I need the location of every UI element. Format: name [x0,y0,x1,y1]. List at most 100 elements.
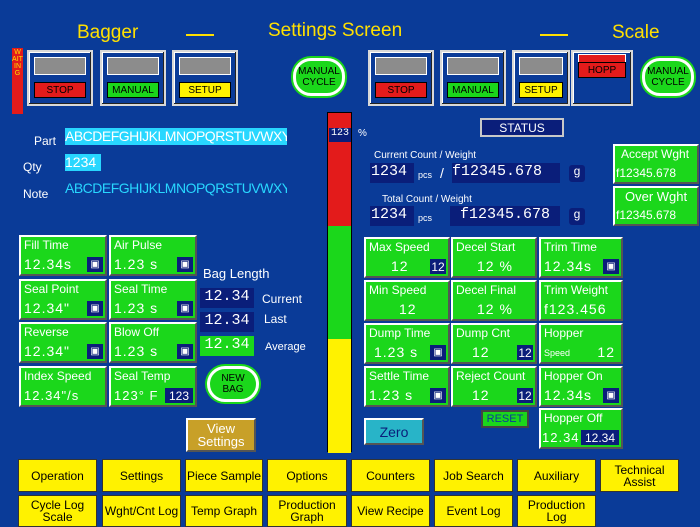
scale-title: Scale [612,22,660,43]
qty-label: Qty [23,160,42,174]
dump-cnt-value: 12 [472,344,490,360]
bagger-manual-button[interactable]: MANUAL [100,50,166,106]
accept-weight-label: Accept Wght [621,147,690,161]
bag-length-current: 12.34 [200,288,254,308]
nav-settings[interactable]: Settings [102,459,181,492]
bagger-setup-button[interactable]: SETUP [172,50,238,106]
dump-cnt-tile[interactable]: Dump Cnt 12 12 [451,323,537,364]
trim-weight-tile[interactable]: Trim Weight f123.456 [539,280,623,321]
nav-event-log[interactable]: Event Log [434,495,513,527]
seal-temp-value: 123° F [114,388,159,403]
fill-time-label: Fill Time [24,238,69,252]
part-field[interactable]: ABCDEFGHIJKLMNOPQRSTUVWXY [65,128,287,145]
scale-stop-button[interactable]: STOP [368,50,434,106]
nav-production-log[interactable]: Production Log [517,495,596,527]
max-speed-tile[interactable]: Max Speed 12 12 [364,237,450,278]
nav-job-search[interactable]: Job Search [434,459,513,492]
manual-indicator [107,57,159,75]
hopper-on-tile[interactable]: Hopper On 12.34s ▣ [539,366,623,407]
scale-hopper-button[interactable]: HOPP [571,50,633,106]
index-speed-tile[interactable]: Index Speed 12.34"/s [19,366,107,407]
nav-technical-assist[interactable]: Technical Assist [600,459,679,492]
decel-start-value: 12 % [477,258,513,274]
status-button[interactable]: STATUS [480,118,564,137]
scale-setup-button[interactable]: SETUP [512,50,570,106]
reset-button[interactable]: RESET [481,410,529,428]
blow-off-tile[interactable]: Blow Off 1.23 s ▣ [109,322,197,363]
hopper-speed-sub: Speed [544,348,571,358]
scale-manual-cycle-button[interactable]: MANUAL CYCLE [642,58,694,96]
keypad-icon: ▣ [603,259,619,274]
settle-time-value: 1.23 s [369,387,414,403]
seal-temp-label: Seal Temp [114,369,171,383]
meter-green-zone [328,226,351,339]
blow-off-value: 1.23 s [114,343,159,359]
keypad-icon: ▣ [177,257,193,272]
hopper-speed-label: Hopper [544,326,584,340]
reverse-tile[interactable]: Reverse 12.34" ▣ [19,322,107,363]
over-weight-tile[interactable]: Over Wght f12345.678 [613,186,699,226]
hopper-off-tile[interactable]: Hopper Off 12.34 12.34 [539,408,623,449]
min-speed-tile[interactable]: Min Speed 12 [364,280,450,321]
hopper-speed-tile[interactable]: Hopper Speed 12 [539,323,623,364]
nav-auxiliary[interactable]: Auxiliary [517,459,596,492]
current-slash: / [440,165,444,181]
reject-count-label: Reject Count [456,369,526,383]
nav-piece-sample[interactable]: Piece Sample [185,459,263,492]
nav-view-recipe[interactable]: View Recipe [351,495,430,527]
bagger-stop-button[interactable]: STOP [27,50,93,106]
decel-final-tile[interactable]: Decel Final 12 % [451,280,537,321]
bag-length-average-label: Average [265,341,306,353]
view-settings-button[interactable]: View Settings [186,418,256,452]
total-count-value: 1234 [370,206,414,226]
current-count-value: 1234 [370,163,414,183]
decel-start-tile[interactable]: Decel Start 12 % [451,237,537,278]
stop-indicator [34,57,86,75]
level-meter [327,112,352,453]
waiting-indicator: WAITING [12,48,23,114]
fill-time-tile[interactable]: Fill Time 12.34s ▣ [19,235,107,276]
qty-field[interactable]: 1234 [65,154,101,171]
seal-time-tile[interactable]: Seal Time 1.23 s ▣ [109,279,197,320]
total-weight-unit: g [569,208,585,225]
trim-time-tile[interactable]: Trim Time 12.34s ▣ [539,237,623,278]
note-field[interactable]: ABCDEFGHIJKLMNOPQRSTUVWXY [65,180,287,197]
nav-wght-cnt-log[interactable]: Wght/Cnt Log [102,495,181,527]
nav-options[interactable]: Options [267,459,347,492]
new-bag-button[interactable]: NEW BAG [207,366,259,402]
min-speed-label: Min Speed [369,283,427,297]
divider [186,34,214,36]
trim-time-value: 12.34s [544,258,593,274]
settle-time-label: Settle Time [369,369,430,383]
current-weight-value: f12345.678 [452,163,560,183]
zero-button[interactable]: Zero [364,418,424,445]
dump-time-tile[interactable]: Dump Time 1.23 s ▣ [364,323,450,364]
settle-time-tile[interactable]: Settle Time 1.23 s ▣ [364,366,450,407]
hopper-on-label: Hopper On [544,369,603,383]
total-weight-value: f12345.678 [450,206,560,226]
stop-label: STOP [34,82,86,98]
nav-production-graph[interactable]: Production Graph [267,495,347,527]
seal-point-tile[interactable]: Seal Point 12.34" ▣ [19,279,107,320]
reverse-label: Reverse [24,325,69,339]
nav-temp-graph[interactable]: Temp Graph [185,495,263,527]
air-pulse-tile[interactable]: Air Pulse 1.23 s ▣ [109,235,197,276]
accept-weight-tile[interactable]: Accept Wght f12345.678 [613,144,699,184]
trim-time-label: Trim Time [544,240,597,254]
dump-time-label: Dump Time [369,326,431,340]
setup-indicator [519,57,563,75]
nav-cycle-log-scale[interactable]: Cycle Log Scale [18,495,97,527]
seal-temp-actual: 123 [165,388,193,403]
bag-length-average: 12.34 [200,336,254,356]
nav-operation[interactable]: Operation [18,459,97,492]
seal-temp-tile[interactable]: Seal Temp 123° F 123 [109,366,197,407]
part-label: Part [34,134,57,148]
air-pulse-value: 1.23 s [114,256,159,272]
manual-label: MANUAL [447,82,499,98]
nav-counters[interactable]: Counters [351,459,430,492]
reject-count-tile[interactable]: Reject Count 12 12 [451,366,537,407]
decel-start-label: Decel Start [456,240,516,254]
bagger-manual-cycle-button[interactable]: MANUAL CYCLE [293,58,345,96]
scale-manual-button[interactable]: MANUAL [440,50,506,106]
blow-off-label: Blow Off [114,325,160,339]
